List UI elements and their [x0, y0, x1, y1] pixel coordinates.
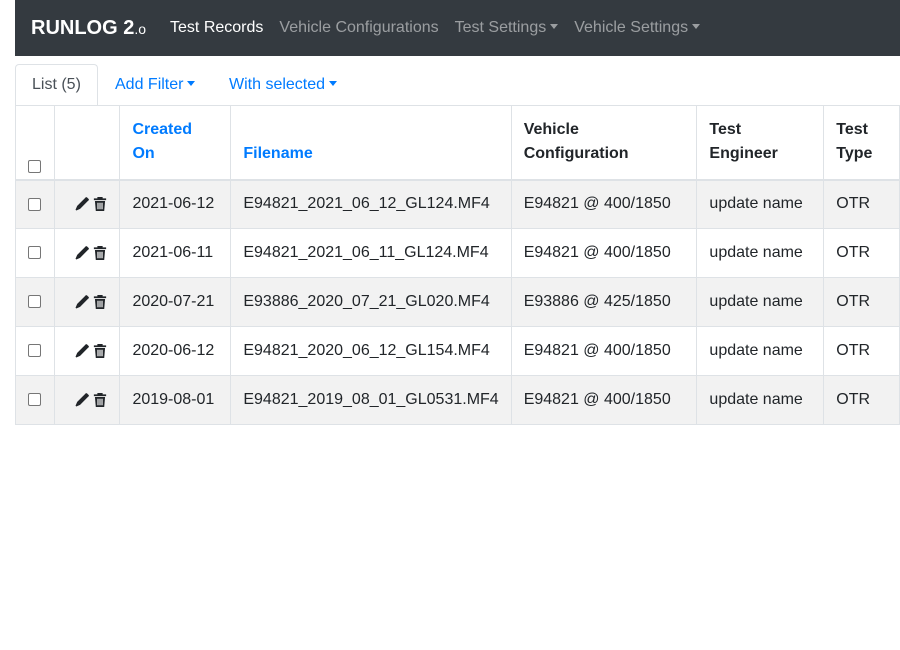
cell-filename: E94821_2020_06_12_GL154.MF4	[230, 326, 512, 376]
row-actions-cell	[53, 277, 121, 327]
trash-icon[interactable]	[93, 392, 107, 407]
with-selected-dropdown[interactable]: With selected	[213, 64, 353, 106]
header-vehicle-configuration: Vehicle Configuration	[510, 105, 698, 181]
cell-vehicle-configuration: E93886 @ 425/1850	[510, 277, 698, 327]
cell-test-engineer: update name	[696, 179, 825, 229]
select-all-checkbox[interactable]	[28, 159, 42, 173]
nav-vehicle-settings-dropdown[interactable]: Vehicle Settings	[574, 19, 701, 37]
row-select-cell	[15, 326, 55, 376]
row-actions-cell	[53, 326, 121, 376]
row-select-checkbox[interactable]	[28, 393, 42, 407]
header-test-type: Test Type	[823, 105, 900, 181]
with-selected-label: With selected	[229, 76, 326, 93]
cell-created-on: 2020-07-21	[119, 277, 232, 327]
trash-icon[interactable]	[93, 245, 107, 260]
tab-list[interactable]: List (5)	[15, 64, 98, 106]
table-header-row: Created On Filename Vehicle Configuratio…	[15, 105, 900, 181]
row-select-checkbox[interactable]	[28, 197, 42, 211]
caret-down-icon	[329, 80, 338, 86]
trash-icon[interactable]	[93, 294, 107, 309]
cell-vehicle-configuration: E94821 @ 400/1850	[510, 179, 698, 229]
cell-test-engineer: update name	[696, 375, 825, 425]
trash-icon[interactable]	[93, 197, 107, 212]
list-tabs: List (5) Add Filter With selected	[15, 64, 900, 106]
caret-down-icon	[550, 23, 559, 29]
header-created-on[interactable]: Created On	[119, 105, 232, 181]
caret-down-icon	[692, 23, 701, 29]
cell-test-type: OTR	[823, 179, 900, 229]
brand-suffix: .o	[134, 20, 147, 37]
nav-test-records-label: Test Records	[170, 19, 264, 36]
table-row[interactable]: 2019-08-01 E94821_2019_08_01_GL0531.MF4 E9…	[15, 375, 900, 425]
add-filter-label: Add Filter	[115, 76, 184, 93]
pencil-icon[interactable]	[75, 294, 90, 309]
tab-list-label: List (5)	[32, 76, 81, 93]
cell-filename: E94821_2019_08_01_GL0531.MF4	[230, 375, 512, 425]
row-select-cell	[15, 228, 55, 278]
row-select-checkbox[interactable]	[28, 344, 42, 358]
pencil-icon[interactable]	[75, 245, 90, 260]
cell-filename: E93886_2020_07_21_GL020.MF4	[230, 277, 512, 327]
row-select-cell	[15, 179, 55, 229]
cell-created-on: 2020-06-12	[119, 326, 232, 376]
row-actions-cell	[53, 375, 121, 425]
nav-vehicle-configurations-label: Vehicle Configurations	[279, 19, 439, 36]
brand-name: RUNLOG 2	[31, 16, 135, 39]
pencil-icon[interactable]	[75, 197, 90, 211]
nav-vehicle-settings-label: Vehicle Settings	[574, 19, 689, 36]
cell-created-on: 2021-06-11	[119, 228, 232, 278]
header-test-engineer: Test Engineer	[696, 105, 825, 181]
row-select-checkbox[interactable]	[28, 246, 42, 260]
header-actions-cell	[53, 105, 121, 181]
row-actions-cell	[53, 179, 121, 229]
cell-created-on: 2021-06-12	[119, 179, 232, 229]
header-select-all-cell	[15, 105, 55, 181]
cell-test-type: OTR	[823, 277, 900, 327]
row-select-checkbox[interactable]	[28, 295, 42, 309]
top-navbar: RUNLOG 2.o Test Records Vehicle Configur…	[15, 0, 900, 56]
nav-test-settings-label: Test Settings	[454, 19, 547, 36]
cell-filename: E94821_2021_06_12_GL124.MF4	[230, 179, 512, 229]
nav-test-settings-dropdown[interactable]: Test Settings	[455, 19, 559, 37]
cell-created-on: 2019-08-01	[119, 375, 232, 425]
nav-test-records[interactable]: Test Records	[170, 19, 263, 37]
table-row[interactable]: 2020-06-12 E94821_2020_06_12_GL154.MF4 E94…	[15, 326, 900, 376]
add-filter-dropdown[interactable]: Add Filter	[99, 64, 211, 106]
caret-down-icon	[187, 80, 196, 86]
cell-vehicle-configuration: E94821 @ 400/1850	[510, 326, 698, 376]
test-records-table: Created On Filename Vehicle Configuratio…	[15, 105, 900, 425]
pencil-icon[interactable]	[75, 392, 90, 407]
cell-vehicle-configuration: E94821 @ 400/1850	[510, 375, 698, 425]
row-select-cell	[15, 277, 55, 327]
cell-test-engineer: update name	[696, 326, 825, 376]
cell-test-engineer: update name	[696, 228, 825, 278]
table-row[interactable]: 2021-06-11 E94821_2021_06_11_GL124.MF4 E94…	[15, 228, 900, 278]
table-row[interactable]: 2020-07-21 E93886_2020_07_21_GL020.MF4 E93…	[15, 277, 900, 327]
cell-vehicle-configuration: E94821 @ 400/1850	[510, 228, 698, 278]
brand-logo[interactable]: RUNLOG 2.o	[31, 17, 146, 40]
table-row[interactable]: 2021-06-12 E94821_2021_06_12_GL124.MF4 E94…	[15, 179, 900, 229]
row-actions-cell	[53, 228, 121, 278]
cell-test-type: OTR	[823, 375, 900, 425]
trash-icon[interactable]	[93, 343, 107, 358]
row-select-cell	[15, 375, 55, 425]
nav-vehicle-configurations[interactable]: Vehicle Configurations	[279, 19, 438, 37]
cell-filename: E94821_2021_06_11_GL124.MF4	[230, 228, 512, 278]
cell-test-type: OTR	[823, 228, 900, 278]
cell-test-engineer: update name	[696, 277, 825, 327]
pencil-icon[interactable]	[75, 343, 90, 358]
header-filename[interactable]: Filename	[230, 105, 512, 181]
cell-test-type: OTR	[823, 326, 900, 376]
